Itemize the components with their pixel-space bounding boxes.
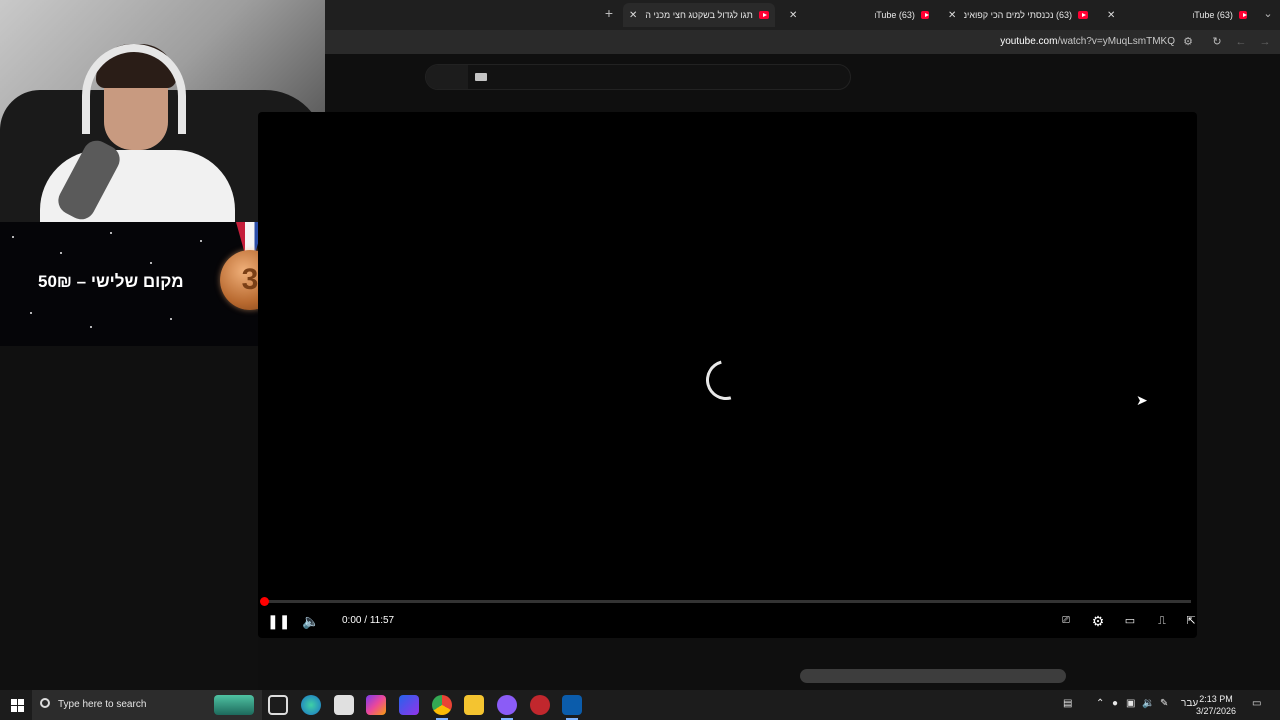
chrome-icon[interactable]: [432, 695, 452, 720]
mouse-cursor-icon: ➤: [1136, 392, 1148, 408]
task-view-icon[interactable]: [268, 695, 288, 715]
loading-spinner-icon: [698, 352, 754, 408]
address-bar[interactable]: youtube.com/watch?v=yMuqLsmTMKQ: [1000, 36, 1175, 47]
pause-button[interactable]: ❚❚: [267, 610, 290, 632]
horizontal-scrollbar[interactable]: [800, 669, 1066, 683]
progress-bar[interactable]: [264, 600, 1191, 603]
tab-youtube[interactable]: (63) YouTube ✕: [783, 3, 935, 27]
pen-icon[interactable]: ✎: [1160, 698, 1168, 709]
taskbar-search[interactable]: Type here to search: [32, 690, 262, 720]
video-player[interactable]: ❚❚ 🔈 0:00 / 11:57 ⎚ ⚙ ▭ ⎍ ⇱: [258, 112, 1197, 638]
youtube-favicon-icon: [1078, 11, 1088, 19]
back-arrow-icon[interactable]: ←: [1233, 34, 1249, 50]
theater-mode-button[interactable]: ▭: [1119, 610, 1141, 632]
clock-time: 2:13 PM: [1199, 694, 1233, 704]
keyboard-icon[interactable]: [475, 73, 487, 81]
tab-video[interactable]: (63) נכנסתי למים הכי קפואים ב ✕: [942, 3, 1094, 27]
youtube-favicon-icon: [920, 11, 929, 19]
search-highlight-image: [214, 695, 254, 715]
scrubber-handle[interactable]: [260, 597, 269, 606]
cast-button[interactable]: ⎍: [1151, 610, 1173, 632]
microphone-icon[interactable]: ●: [1112, 698, 1118, 709]
youtube-favicon-icon: [758, 11, 769, 19]
url-host: youtube.com: [1000, 36, 1058, 47]
reload-icon[interactable]: ↻: [1209, 34, 1225, 50]
settings-gear-icon[interactable]: ⚙: [1087, 610, 1109, 632]
headset-image: [82, 44, 186, 134]
subtitles-button[interactable]: ⎚: [1055, 610, 1077, 632]
tab-label: תגו לגדול בשקטג חצי מכני הגוי: [645, 10, 753, 20]
tab-youtube-2[interactable]: (63) YouTube ✕: [1101, 3, 1253, 27]
youtube-search-box[interactable]: [425, 64, 851, 90]
new-tab-button[interactable]: +: [601, 5, 617, 21]
time-display: 0:00 / 11:57: [342, 615, 394, 626]
youtube-favicon-icon: [1238, 11, 1247, 19]
time-separator: /: [361, 615, 370, 626]
search-placeholder: Type here to search: [58, 699, 147, 710]
speaker-icon[interactable]: 🔉: [1142, 698, 1154, 709]
start-button[interactable]: [0, 690, 32, 720]
tab-label: (63) YouTube: [1193, 10, 1233, 20]
browser-tab-strip: + תגו לגדול בשקטג חצי מכני הגוי ✕ (63) Y…: [325, 0, 1280, 30]
screen: מקום שלישי – 50₪ 3 + תגו לגדול בשקטג חצי…: [0, 0, 1280, 720]
close-tab-icon[interactable]: ✕: [629, 10, 637, 21]
m365-icon[interactable]: [399, 695, 419, 715]
network-icon[interactable]: ▣: [1126, 698, 1135, 709]
tray-chevron-icon[interactable]: ⌃: [1096, 698, 1104, 709]
tab-search-chevron-icon[interactable]: ⌄: [1260, 6, 1276, 22]
current-time: 0:00: [342, 615, 362, 626]
notifications-icon[interactable]: ▭: [1252, 698, 1261, 709]
file-explorer-icon[interactable]: [464, 695, 484, 715]
page-left-area: [0, 346, 258, 690]
exit-fullscreen-button[interactable]: ⇱: [1180, 610, 1202, 632]
clock[interactable]: 2:13 PM 3/27/2026: [1196, 693, 1236, 717]
obs-icon[interactable]: [530, 695, 550, 715]
close-tab-icon[interactable]: ✕: [789, 10, 797, 21]
forward-arrow-icon[interactable]: →: [1257, 34, 1273, 50]
close-tab-icon[interactable]: ✕: [1107, 10, 1115, 21]
url-path: /watch?v=yMuqLsmTMKQ: [1057, 36, 1175, 47]
tab-label: (63) YouTube: [875, 10, 915, 20]
app-icon[interactable]: [562, 695, 582, 720]
prize-text: מקום שלישי – 50₪: [38, 272, 184, 291]
edge-browser-icon[interactable]: [301, 695, 321, 715]
search-button[interactable]: [426, 65, 468, 89]
clock-date: 3/27/2026: [1196, 706, 1237, 716]
close-tab-icon[interactable]: ✕: [948, 10, 956, 21]
browser-toolbar: youtube.com/watch?v=yMuqLsmTMKQ ⚙ ↻ ← →: [325, 30, 1280, 54]
store-icon[interactable]: [334, 695, 354, 715]
discord-icon[interactable]: [497, 695, 517, 720]
tab-active[interactable]: תגו לגדול בשקטג חצי מכני הגוי ✕: [623, 3, 775, 27]
copilot-icon[interactable]: [366, 695, 386, 715]
site-settings-icon[interactable]: ⚙: [1180, 34, 1196, 50]
news-widget-icon[interactable]: ▤: [1063, 698, 1072, 709]
windows-taskbar: Type here to search ▤ ⌃ ● ▣ 🔉 ✎ עבר 2:13…: [0, 690, 1280, 720]
duration: 11:57: [369, 615, 395, 626]
volume-button[interactable]: 🔈: [300, 610, 322, 632]
search-icon: [40, 698, 50, 708]
tab-label: (63) נכנסתי למים הכי קפואים ב: [964, 10, 1073, 20]
